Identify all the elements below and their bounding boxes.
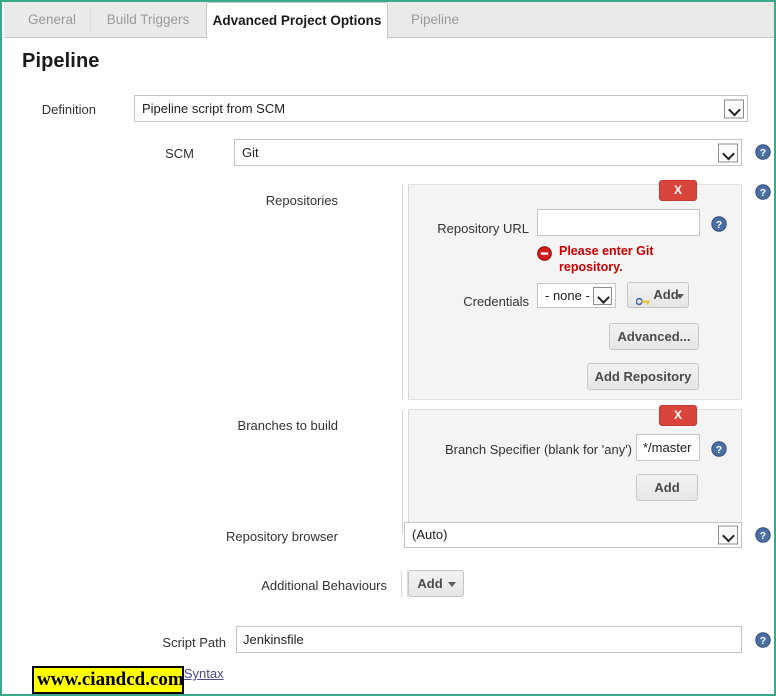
tab-advanced-project-options[interactable]: Advanced Project Options: [206, 2, 388, 39]
svg-text:?: ?: [760, 147, 766, 159]
caret-down-icon: [448, 582, 456, 587]
branches-panel: [402, 409, 742, 535]
credentials-select-value: - none -: [545, 288, 590, 303]
help-icon-script-path[interactable]: ?: [755, 632, 771, 648]
tab-pipeline-label: Pipeline: [410, 12, 460, 27]
chevron-down-icon[interactable]: [593, 286, 612, 305]
script-path-input[interactable]: [236, 626, 742, 653]
repository-url-error: Please enter Git repository.: [537, 243, 687, 279]
tab-general[interactable]: General: [14, 2, 90, 39]
svg-text:?: ?: [716, 219, 722, 231]
repository-url-error-text: Please enter Git repository.: [559, 244, 654, 274]
help-icon-repository-url[interactable]: ?: [711, 216, 727, 232]
tab-bar: General Build Triggers Advanced Project …: [4, 2, 774, 39]
repository-browser-label: Repository browser: [226, 529, 338, 544]
error-icon: [537, 246, 552, 261]
branches-to-build-label: Branches to build: [237, 418, 338, 433]
repositories-label: Repositories: [265, 193, 338, 208]
scm-select[interactable]: Git: [234, 139, 742, 166]
panel-grip: [402, 410, 409, 534]
chevron-down-icon[interactable]: [718, 525, 738, 545]
watermark: www.ciandcd.com: [32, 666, 184, 694]
tab-build-triggers[interactable]: Build Triggers: [91, 2, 205, 39]
tab-advanced-project-options-label: Advanced Project Options: [212, 13, 382, 28]
branch-specifier-label: Branch Specifier (blank for 'any'): [444, 442, 632, 457]
browser-viewport: General Build Triggers Advanced Project …: [0, 0, 776, 696]
add-branch-label: Add: [654, 480, 680, 495]
scm-label: SCM: [165, 146, 194, 161]
repository-url-label: Repository URL: [437, 221, 529, 236]
tab-pipeline[interactable]: Pipeline: [389, 2, 481, 39]
add-behaviour-label: Add: [417, 576, 443, 591]
repository-browser-select[interactable]: (Auto): [404, 522, 742, 548]
add-credentials-label: Add: [653, 287, 679, 302]
advanced-label: Advanced...: [617, 329, 691, 344]
add-repository-label: Add Repository: [594, 369, 692, 384]
add-credentials-button[interactable]: Add: [627, 282, 689, 308]
additional-behaviours-label: Additional Behaviours: [261, 578, 387, 593]
branch-specifier-input[interactable]: [636, 434, 700, 461]
help-icon-repositories[interactable]: ?: [755, 184, 771, 200]
help-icon-repository-browser[interactable]: ?: [755, 527, 771, 543]
remove-repository-button[interactable]: X: [659, 180, 697, 201]
add-behaviour-button[interactable]: Add: [408, 570, 464, 597]
key-icon: [635, 290, 650, 306]
definition-select[interactable]: Pipeline script from SCM: [134, 95, 748, 122]
svg-text:?: ?: [760, 635, 766, 647]
remove-branch-button[interactable]: X: [659, 405, 697, 426]
scm-select-value: Git: [242, 145, 259, 160]
tab-build-triggers-label: Build Triggers: [106, 12, 190, 27]
add-repository-button[interactable]: Add Repository: [587, 363, 699, 390]
remove-branch-label: X: [673, 408, 682, 422]
repository-url-input[interactable]: [537, 209, 700, 236]
pipeline-config-form: Pipeline Definition Pipeline script from…: [4, 38, 774, 694]
tab-general-label: General: [27, 12, 77, 27]
remove-repository-label: X: [673, 183, 682, 197]
add-branch-button[interactable]: Add: [636, 474, 698, 501]
panel-grip: [401, 570, 408, 597]
svg-text:?: ?: [760, 187, 766, 199]
caret-down-icon: [676, 294, 684, 299]
script-path-label: Script Path: [162, 635, 226, 650]
definition-label: Definition: [41, 102, 96, 117]
definition-select-value: Pipeline script from SCM: [142, 101, 286, 116]
help-icon-branch-specifier[interactable]: ?: [711, 441, 727, 457]
panel-grip: [402, 185, 409, 399]
svg-text:?: ?: [760, 530, 766, 542]
advanced-button[interactable]: Advanced...: [609, 323, 699, 350]
chevron-down-icon[interactable]: [724, 99, 744, 118]
help-icon-scm[interactable]: ?: [755, 144, 771, 160]
credentials-label: Credentials: [463, 294, 529, 309]
repository-browser-value: (Auto): [412, 527, 448, 542]
svg-text:?: ?: [716, 444, 722, 456]
credentials-select[interactable]: - none -: [537, 283, 616, 308]
page-title: Pipeline: [22, 50, 100, 72]
chevron-down-icon[interactable]: [718, 143, 738, 162]
